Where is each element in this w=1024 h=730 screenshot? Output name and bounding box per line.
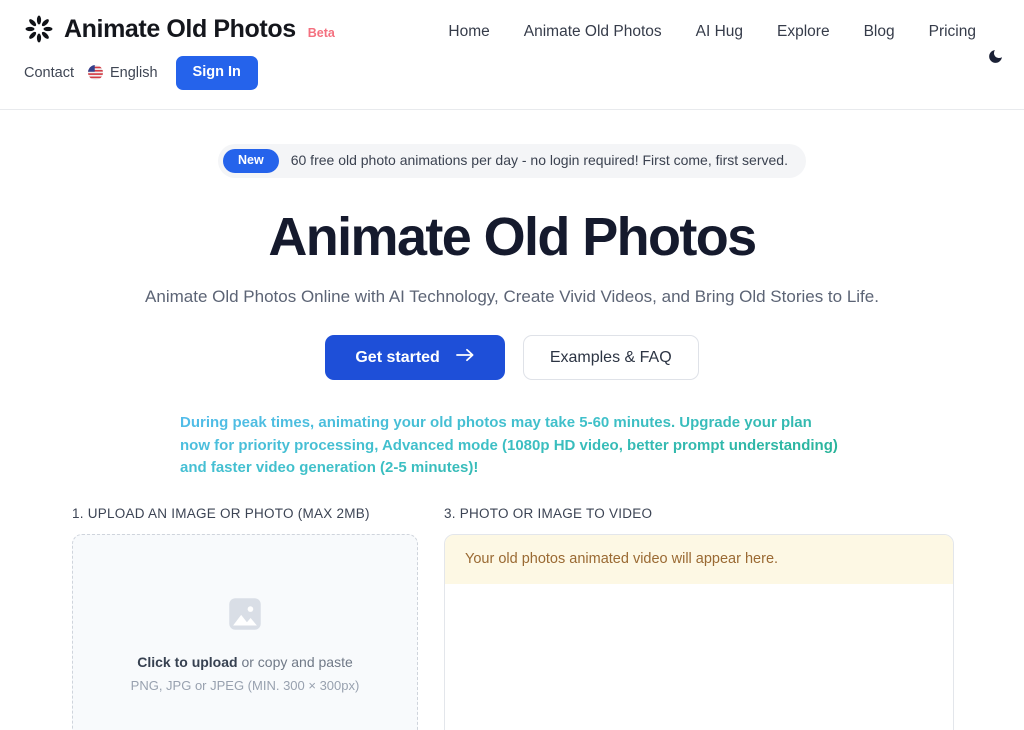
moon-icon[interactable] [982,43,1008,69]
site-header: Animate Old Photos Beta Contact English [0,0,1024,110]
contact-link[interactable]: Contact [24,65,74,81]
announcement-banner[interactable]: New 60 free old photo animations per day… [218,144,806,178]
page-title: Animate Old Photos [268,206,757,267]
dropzone-formats-text: PNG, JPG or JPEG (MIN. 300 × 300px) [130,677,360,693]
nav-item-animate-old-photos[interactable]: Animate Old Photos [524,23,662,41]
video-placeholder-banner: Your old photos animated video will appe… [445,534,953,585]
get-started-label: Get started [355,348,440,366]
starburst-logo-icon [24,14,54,44]
get-started-button[interactable]: Get started [325,335,505,381]
main-navigation: Home Animate Old Photos AI Hug Explore B… [448,23,976,41]
brand-title: Animate Old Photos [64,14,296,43]
image-placeholder-icon [224,593,266,640]
peak-times-notice: During peak times, animating your old ph… [180,412,844,480]
video-step-label: 3. PHOTO OR IMAGE TO VIDEO [444,505,653,521]
beta-badge: Beta [307,26,335,40]
hero-subtitle: Animate Old Photos Online with AI Techno… [145,287,879,307]
announcement-badge: New [223,149,279,173]
hero-section: New 60 free old photo animations per day… [0,110,1024,480]
notice-text-part2: for priority processing, Advanced mode (… [180,436,838,477]
nav-item-explore[interactable]: Explore [777,23,830,41]
notice-text-part1: During peak times, animating your old ph… [180,414,680,432]
nav-item-blog[interactable]: Blog [864,23,895,41]
sign-in-button[interactable]: Sign In [175,56,258,90]
workspace: 1. UPLOAD AN IMAGE OR PHOTO (MAX 2MB) Cl… [0,506,1024,730]
cta-row: Get started Examples & FAQ [0,335,1024,381]
header-secondary-row: Contact English Sign In [24,56,258,90]
examples-faq-button[interactable]: Examples & FAQ [522,335,699,381]
click-to-upload-suffix: or copy and paste [237,653,353,670]
announcement-text: 60 free old photo animations per day - n… [290,152,788,169]
video-column: 3. PHOTO OR IMAGE TO VIDEO Your old phot… [444,506,954,730]
nav-item-pricing[interactable]: Pricing [929,23,976,41]
video-output-panel: Your old photos animated video will appe… [444,533,954,730]
language-label: English [109,64,158,81]
brand[interactable]: Animate Old Photos Beta [24,14,335,44]
upload-dropzone[interactable]: Click to upload or copy and paste PNG, J… [72,533,418,730]
dropzone-primary-text: Click to upload or copy and paste [137,654,353,670]
nav-item-ai-hug[interactable]: AI Hug [696,23,743,41]
upload-column: 1. UPLOAD AN IMAGE OR PHOTO (MAX 2MB) Cl… [72,506,418,730]
us-flag-icon [87,65,103,81]
arrow-right-icon [455,348,475,367]
language-selector[interactable]: English [87,64,158,81]
upload-step-label: 1. UPLOAD AN IMAGE OR PHOTO (MAX 2MB) [72,505,370,521]
click-to-upload-label: Click to upload [137,653,238,670]
nav-item-home[interactable]: Home [448,23,489,41]
announcement-wrapper: New 60 free old photo animations per day… [0,144,1024,178]
